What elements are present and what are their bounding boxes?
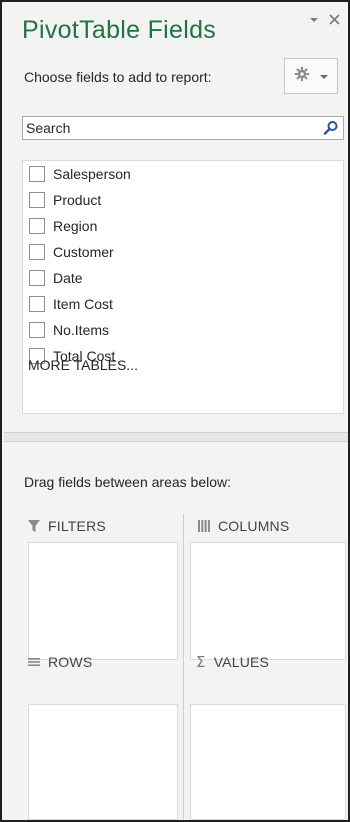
filters-drop-area[interactable] [28, 542, 178, 660]
sigma-icon: Σ [196, 653, 206, 671]
field-item-customer[interactable]: Customer [29, 242, 114, 262]
field-checkbox[interactable] [29, 166, 45, 182]
choose-fields-label: Choose fields to add to report: [24, 69, 212, 85]
columns-drop-area[interactable] [190, 542, 346, 660]
more-tables-link[interactable]: MORE TABLES... [28, 357, 138, 373]
field-checkbox[interactable] [29, 270, 45, 286]
gear-icon [294, 66, 310, 87]
field-label: Salesperson [53, 166, 131, 182]
search-box [22, 116, 344, 140]
rows-label: ROWS [48, 654, 93, 670]
columns-area-header: COLUMNS [198, 514, 289, 538]
field-item-product[interactable]: Product [29, 190, 101, 210]
field-label: Date [53, 270, 83, 286]
field-item-no-items[interactable]: No.Items [29, 320, 109, 340]
drag-fields-hint: Drag fields between areas below: [24, 474, 232, 490]
field-list: Salesperson Product Region Customer Date… [22, 160, 344, 414]
filters-label: FILTERS [48, 518, 106, 534]
filter-icon [28, 520, 40, 532]
columns-icon [198, 520, 210, 532]
field-label: Region [53, 218, 98, 234]
search-icon[interactable] [323, 120, 339, 141]
field-checkbox[interactable] [29, 296, 45, 312]
rows-area-header: ROWS [28, 650, 92, 674]
values-label: VALUES [213, 654, 270, 670]
field-item-date[interactable]: Date [29, 268, 83, 288]
section-divider[interactable] [4, 432, 348, 442]
field-checkbox[interactable] [29, 218, 45, 234]
pane-title: PivotTable Fields [22, 16, 217, 44]
field-label: Item Cost [53, 296, 113, 312]
columns-label: COLUMNS [218, 518, 290, 534]
field-label: Customer [53, 244, 114, 260]
values-drop-area[interactable] [190, 704, 346, 820]
filters-area-header: FILTERS [28, 514, 106, 538]
field-checkbox[interactable] [29, 322, 45, 338]
rows-drop-area[interactable] [28, 704, 178, 820]
title-controls [309, 12, 340, 28]
field-label: Product [53, 192, 102, 208]
areas-vertical-divider [183, 514, 184, 820]
search-input[interactable] [23, 117, 315, 139]
tools-button[interactable] [284, 58, 338, 94]
field-checkbox[interactable] [29, 244, 45, 260]
field-item-item-cost[interactable]: Item Cost [29, 294, 113, 314]
field-checkbox[interactable] [29, 192, 45, 208]
close-icon[interactable] [329, 12, 340, 28]
field-item-region[interactable]: Region [29, 216, 97, 236]
values-area-header: Σ VALUES [196, 650, 269, 674]
chevron-down-icon[interactable] [309, 12, 319, 28]
field-item-salesperson[interactable]: Salesperson [29, 164, 131, 184]
chevron-down-icon [320, 67, 328, 85]
field-label: No.Items [53, 322, 110, 338]
pivottable-fields-pane: PivotTable Fields Choose fields to add t… [0, 0, 350, 822]
rows-icon [28, 656, 40, 668]
